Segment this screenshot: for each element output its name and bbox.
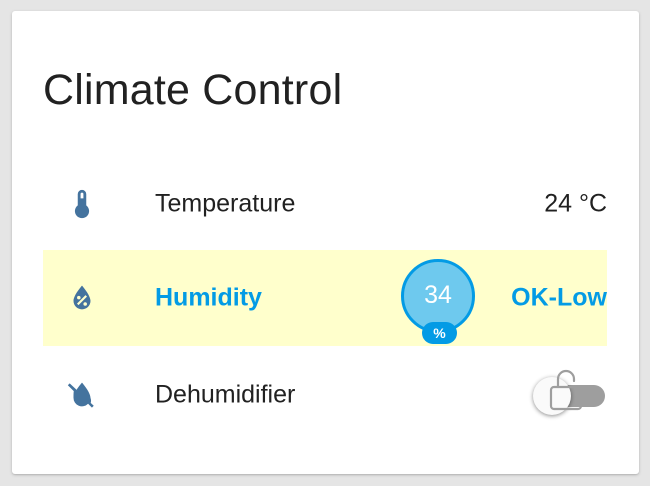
entity-row-temperature[interactable]: Temperature 24 °C bbox=[43, 156, 607, 252]
temperature-value: 24 °C bbox=[544, 189, 607, 218]
dehumidifier-toggle[interactable] bbox=[533, 369, 605, 415]
water-percent-icon bbox=[73, 285, 91, 310]
badge-unit: % bbox=[422, 322, 457, 344]
thermometer-icon bbox=[74, 189, 90, 219]
water-off-icon bbox=[67, 382, 94, 408]
entity-row-humidity[interactable]: Humidity 34 % OK-Low bbox=[43, 250, 607, 346]
entity-row-dehumidifier[interactable]: Dehumidifier bbox=[43, 347, 607, 443]
entity-label: Humidity bbox=[155, 283, 262, 312]
card-title: Climate Control bbox=[43, 66, 343, 114]
humidity-status: OK-Low bbox=[511, 283, 607, 312]
humidity-badge[interactable]: 34 % bbox=[401, 259, 475, 344]
entity-label: Temperature bbox=[155, 189, 296, 218]
lock-open-icon[interactable] bbox=[549, 367, 583, 411]
climate-control-card: Climate Control Temperature 24 °C Humidi… bbox=[12, 11, 639, 474]
badge-value: 34 bbox=[424, 281, 452, 309]
entity-label: Dehumidifier bbox=[155, 380, 296, 409]
